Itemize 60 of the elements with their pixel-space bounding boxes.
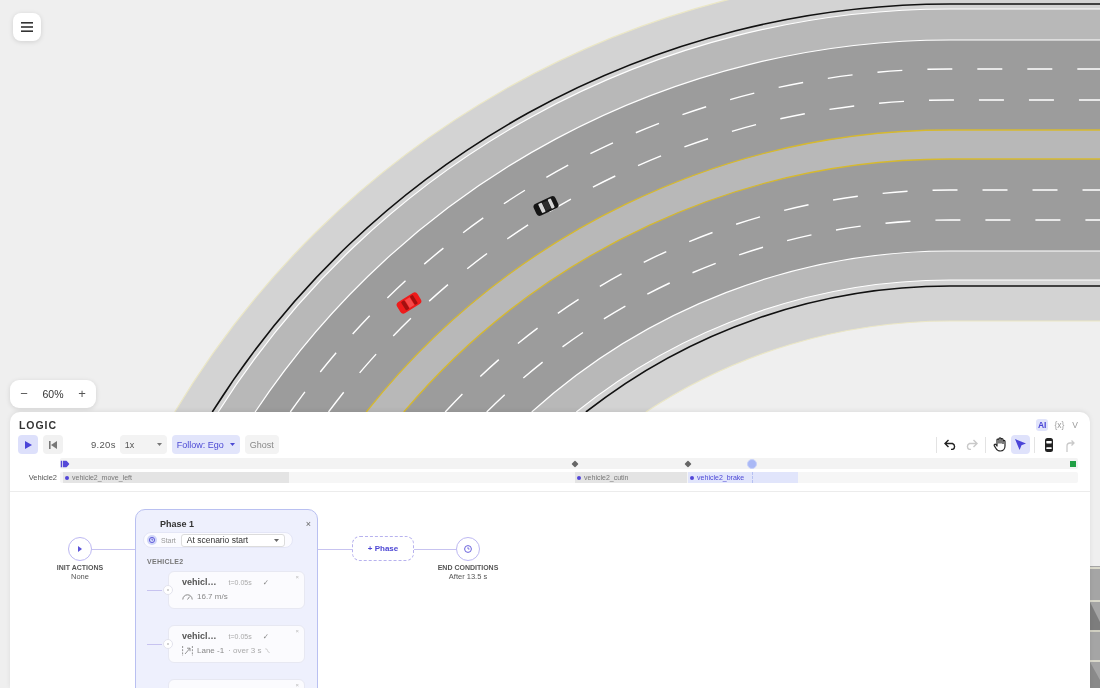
- diamond-marker-icon: [684, 460, 692, 467]
- connector: [92, 549, 135, 550]
- rewind-button[interactable]: [43, 435, 63, 454]
- connector: [147, 590, 162, 591]
- mode-toggle[interactable]: {x}: [1052, 419, 1067, 431]
- lane-change-icon: [182, 645, 193, 656]
- dot-icon: [65, 475, 70, 480]
- playback-time: 9.20s: [91, 439, 116, 450]
- action-value: Lane -1: [197, 646, 225, 655]
- undo-icon: [944, 439, 957, 450]
- caret-icon: [229, 443, 235, 446]
- end-marker-icon: [1069, 460, 1076, 467]
- cursor-icon: [1015, 439, 1026, 450]
- connector: [414, 549, 456, 550]
- connector: [318, 549, 352, 550]
- mode-toggle[interactable]: V: [1070, 419, 1080, 431]
- gauge-icon: [182, 593, 193, 600]
- turn-arrow-icon: [1064, 437, 1075, 452]
- play-button[interactable]: [18, 435, 38, 454]
- close-button[interactable]: ×: [305, 519, 311, 529]
- connector-handle[interactable]: [163, 585, 173, 595]
- menu-icon: [21, 22, 33, 32]
- action-duration: · over 3 s: [228, 646, 262, 655]
- play-icon: [24, 440, 32, 449]
- init-node[interactable]: [68, 537, 92, 561]
- phase-title: Phase 1: [160, 519, 195, 529]
- play-icon: [78, 546, 82, 552]
- end-node[interactable]: [456, 537, 480, 561]
- connector-handle[interactable]: [163, 639, 173, 649]
- clock-icon: [147, 535, 157, 545]
- select-tool-button[interactable]: [1011, 435, 1030, 454]
- caret-icon: [273, 538, 279, 542]
- caret-icon: [156, 443, 162, 446]
- curve-icon: [265, 648, 271, 653]
- zoom-in-button[interactable]: +: [74, 386, 90, 402]
- connector: [147, 644, 162, 645]
- menu-button[interactable]: [13, 13, 41, 41]
- start-marker-icon: [60, 460, 70, 467]
- redo-icon: [965, 439, 978, 450]
- action-value: 16.7 m/s: [197, 592, 228, 601]
- follow-select[interactable]: Follow: Ego: [171, 435, 240, 454]
- action-title: vehicl…: [182, 631, 217, 641]
- clock-icon: [464, 545, 472, 553]
- car-top-icon: [1044, 437, 1053, 452]
- skip-back-icon: [49, 440, 57, 449]
- start-select[interactable]: At scenario start: [180, 533, 285, 547]
- dot-icon: [577, 475, 582, 480]
- panel-title: LOGIC: [19, 419, 57, 431]
- mode-toggle[interactable]: AI: [1035, 419, 1049, 431]
- zoom-out-button[interactable]: −: [16, 386, 32, 402]
- diamond-marker-icon: [571, 460, 579, 467]
- action-title: vehicl…: [182, 577, 217, 587]
- playhead-handle[interactable]: [747, 458, 758, 469]
- hand-icon: [992, 437, 1007, 452]
- speed-select[interactable]: 1x: [119, 435, 167, 454]
- zoom-level: 60%: [42, 388, 64, 400]
- ghost-toggle[interactable]: Ghost: [244, 435, 279, 454]
- timeline-track[interactable]: [60, 458, 1078, 469]
- add-phase-button[interactable]: + Phase: [352, 536, 414, 561]
- dot-icon: [690, 475, 695, 480]
